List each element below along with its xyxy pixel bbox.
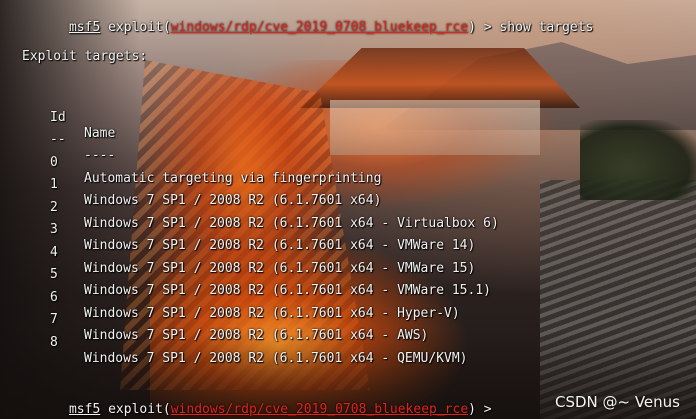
- prompt-prefix: msf5: [68, 20, 101, 35]
- table-row: 5 Windows 7 SP1 / 2008 R2 (6.1.7601 x64 …: [0, 251, 491, 298]
- target-name: Windows 7 SP1 / 2008 R2 (6.1.7601 x64): [84, 193, 382, 208]
- prompt-cmd: exploit(: [100, 402, 171, 417]
- table-row: 0 Automatic targeting via fingerprinting: [0, 139, 381, 186]
- target-id: 8: [50, 335, 58, 350]
- table-row: 6 Windows 7 SP1 / 2008 R2 (6.1.7601 x64 …: [0, 274, 460, 321]
- target-name: Windows 7 SP1 / 2008 R2 (6.1.7601 x64 - …: [84, 283, 491, 298]
- prompt-prefix: msf5: [68, 402, 101, 417]
- table-row: 1 Windows 7 SP1 / 2008 R2 (6.1.7601 x64): [0, 161, 381, 208]
- target-name: Windows 7 SP1 / 2008 R2 (6.1.7601 x64 - …: [84, 351, 468, 366]
- target-name: Automatic targeting via fingerprinting: [84, 171, 382, 186]
- section-title: Exploit targets:: [22, 49, 148, 64]
- target-name: Windows 7 SP1 / 2008 R2 (6.1.7601 x64 - …: [84, 238, 476, 253]
- separator-id: --: [50, 132, 66, 147]
- watermark-label: CSDN @~ Venus: [554, 393, 680, 411]
- target-name: Windows 7 SP1 / 2008 R2 (6.1.7601 x64 - …: [84, 306, 460, 321]
- target-name: Windows 7 SP1 / 2008 R2 (6.1.7601 x64 - …: [84, 216, 499, 231]
- terminal-window[interactable]: msf5 exploit(windows/rdp/cve_2019_0708_b…: [0, 0, 696, 419]
- target-id: 0: [50, 155, 58, 170]
- prompt-suffix: ) >: [468, 402, 500, 417]
- command-line-show-targets: msf5 exploit(windows/rdp/cve_2019_0708_b…: [22, 4, 593, 35]
- target-id: 3: [50, 222, 58, 237]
- target-id: 1: [50, 177, 58, 192]
- terminal-output: msf5 exploit(windows/rdp/cve_2019_0708_b…: [0, 0, 696, 419]
- command-prompt-input[interactable]: msf5 exploit(windows/rdp/cve_2019_0708_b…: [22, 386, 499, 417]
- table-separator: -- ----: [0, 116, 115, 163]
- header-id: Id: [50, 110, 66, 125]
- table-row: 7 Windows 7 SP1 / 2008 R2 (6.1.7601 x64 …: [0, 296, 428, 343]
- header-name: Name: [84, 126, 116, 141]
- prompt-cmd: exploit(: [100, 20, 171, 35]
- table-row: 4 Windows 7 SP1 / 2008 R2 (6.1.7601 x64 …: [0, 229, 475, 276]
- table-row: 2 Windows 7 SP1 / 2008 R2 (6.1.7601 x64 …: [0, 184, 499, 231]
- separator-name: ----: [84, 148, 116, 163]
- prompt-command: ) > show targets: [468, 20, 594, 35]
- target-id: 6: [50, 290, 58, 305]
- target-id: 5: [50, 267, 58, 282]
- target-id: 7: [50, 312, 58, 327]
- prompt-module: windows/rdp/cve_2019_0708_bluekeep_rce: [170, 20, 469, 35]
- target-id: 2: [50, 200, 58, 215]
- prompt-module: windows/rdp/cve_2019_0708_bluekeep_rce: [170, 402, 469, 417]
- target-id: 4: [50, 245, 58, 260]
- table-row: 3 Windows 7 SP1 / 2008 R2 (6.1.7601 x64 …: [0, 206, 475, 253]
- target-name: Windows 7 SP1 / 2008 R2 (6.1.7601 x64 - …: [84, 328, 429, 343]
- table-row: 8 Windows 7 SP1 / 2008 R2 (6.1.7601 x64 …: [0, 319, 468, 366]
- target-name: Windows 7 SP1 / 2008 R2 (6.1.7601 x64 - …: [84, 261, 476, 276]
- table-header: Id Name: [0, 94, 115, 141]
